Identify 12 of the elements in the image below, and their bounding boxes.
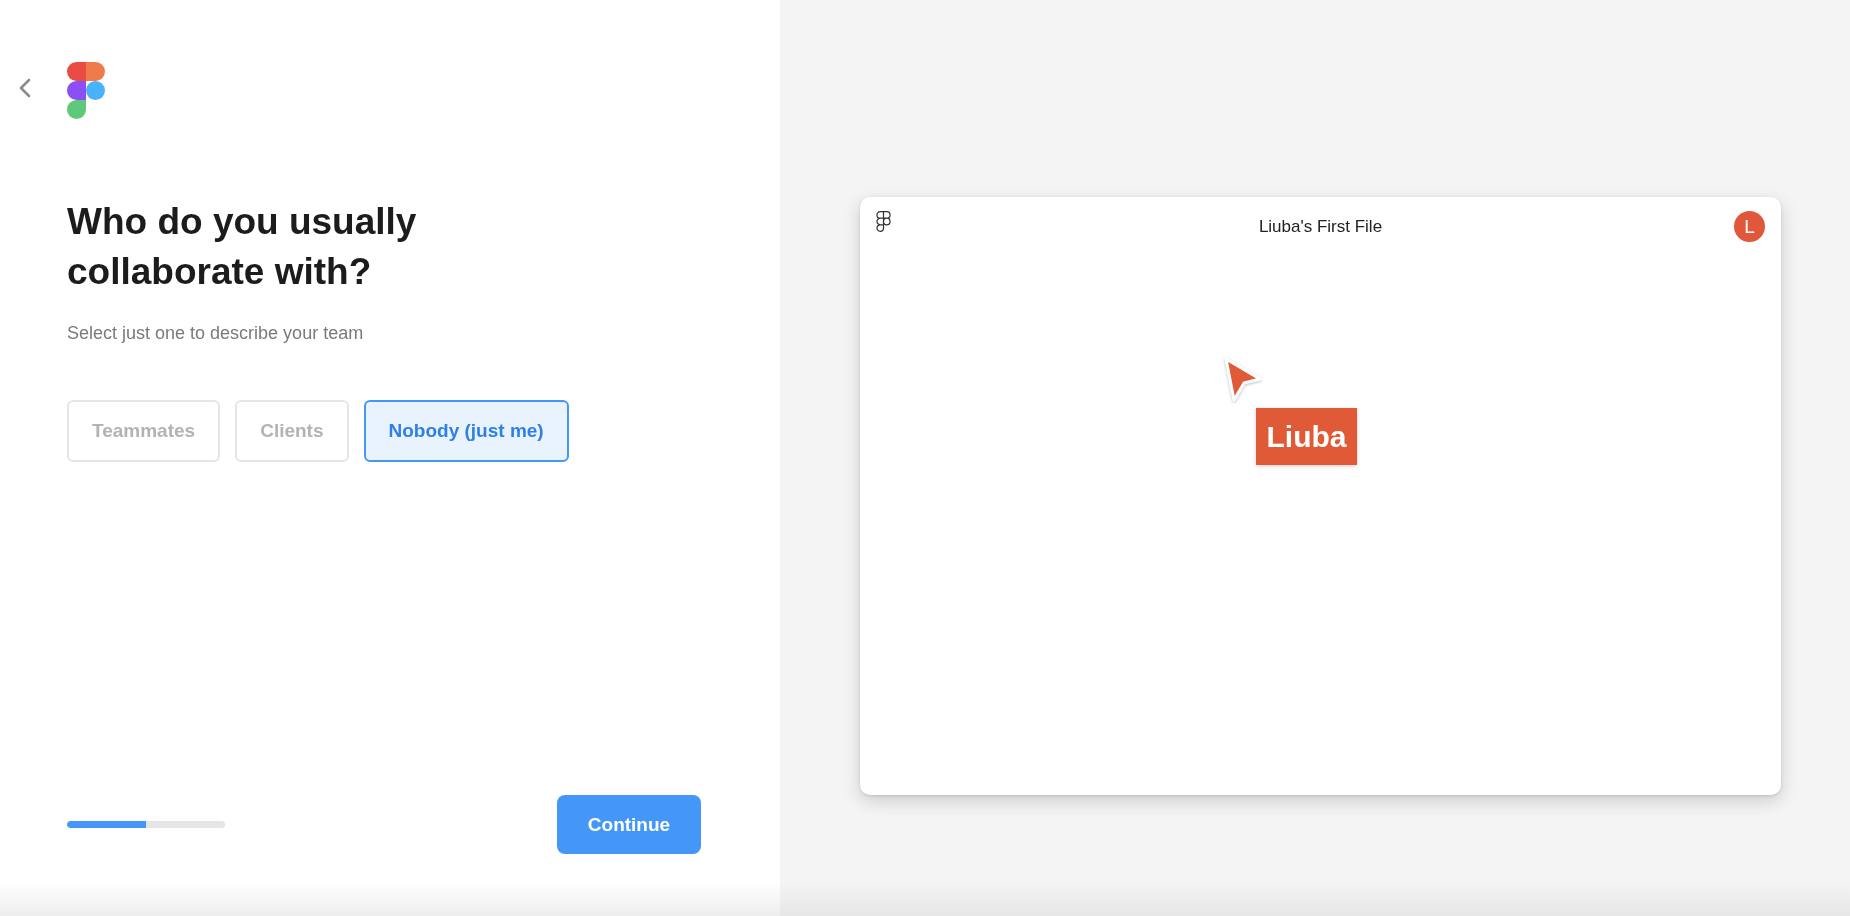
- option-button[interactable]: Clients: [235, 400, 349, 462]
- cursor-name-label: Liuba: [1256, 408, 1357, 465]
- logo-icon: [67, 62, 105, 119]
- user-avatar: L: [1734, 211, 1765, 242]
- subtitle: Select just one to describe your team: [67, 322, 365, 345]
- logo-icon: [876, 211, 891, 232]
- chevron-left-icon[interactable]: [18, 78, 32, 98]
- continue-button[interactable]: Continue: [557, 795, 701, 854]
- option-button[interactable]: Teammates: [67, 400, 221, 462]
- option-button[interactable]: Nobody (just me): [363, 400, 569, 462]
- heading: Who do you usually collaborate with?: [67, 200, 418, 294]
- file-title: Liuba's First File: [1258, 216, 1383, 237]
